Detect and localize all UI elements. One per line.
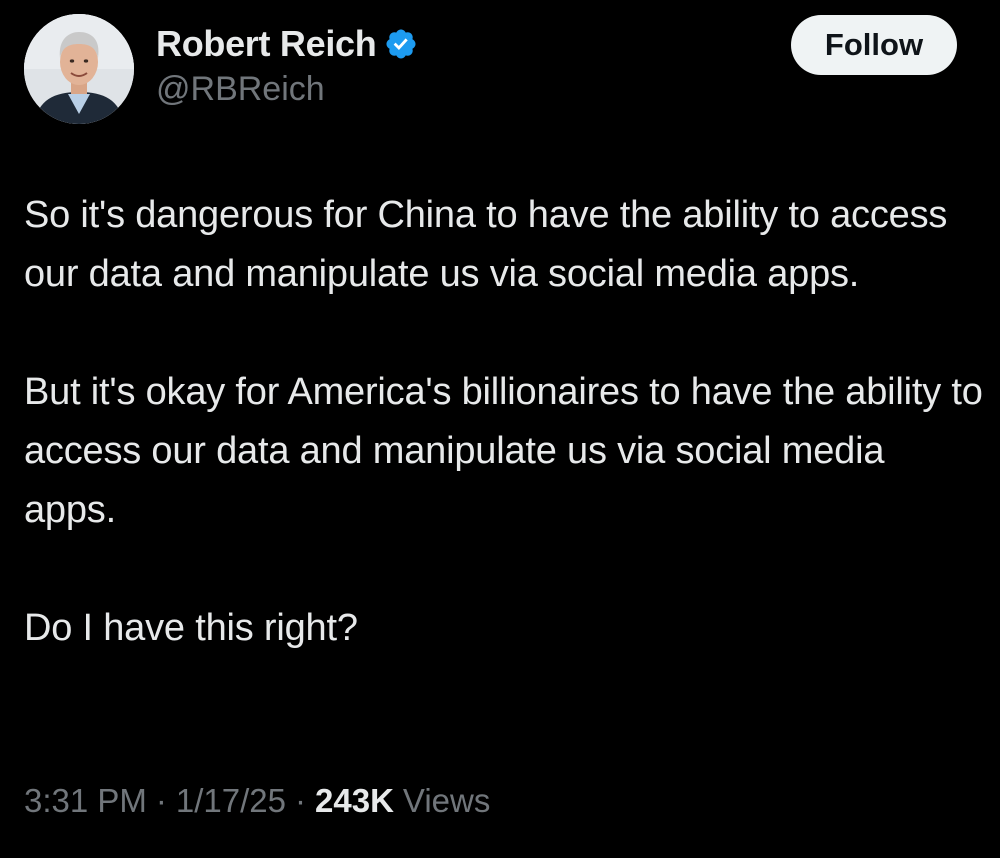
tweet-card: Robert Reich @RBReich Follow So it's dan… — [0, 0, 1000, 858]
tweet-meta: 3:31 PM · 1/17/25 · 243K Views — [24, 782, 490, 820]
avatar[interactable] — [24, 14, 134, 124]
follow-button[interactable]: Follow — [791, 15, 957, 75]
tweet-date[interactable]: 1/17/25 — [176, 782, 286, 820]
author-display-name[interactable]: Robert Reich — [156, 23, 377, 65]
verified-badge-icon — [384, 27, 418, 61]
meta-separator: · — [155, 782, 167, 819]
tweet-paragraph: But it's okay for America's billionaires… — [24, 371, 983, 531]
author-name-row: Robert Reich — [156, 23, 418, 65]
tweet-paragraph: So it's dangerous for China to have the … — [24, 194, 948, 295]
views-label: Views — [402, 782, 491, 819]
avatar-portrait-image — [24, 14, 134, 124]
author-block: Robert Reich @RBReich — [156, 23, 418, 109]
meta-separator: · — [295, 782, 307, 819]
views-count: 243K — [315, 782, 394, 819]
tweet-time[interactable]: 3:31 PM — [24, 782, 147, 820]
tweet-paragraph: Do I have this right? — [24, 607, 358, 649]
author-handle[interactable]: @RBReich — [156, 70, 418, 109]
tweet-text: So it's dangerous for China to have the … — [24, 186, 984, 658]
